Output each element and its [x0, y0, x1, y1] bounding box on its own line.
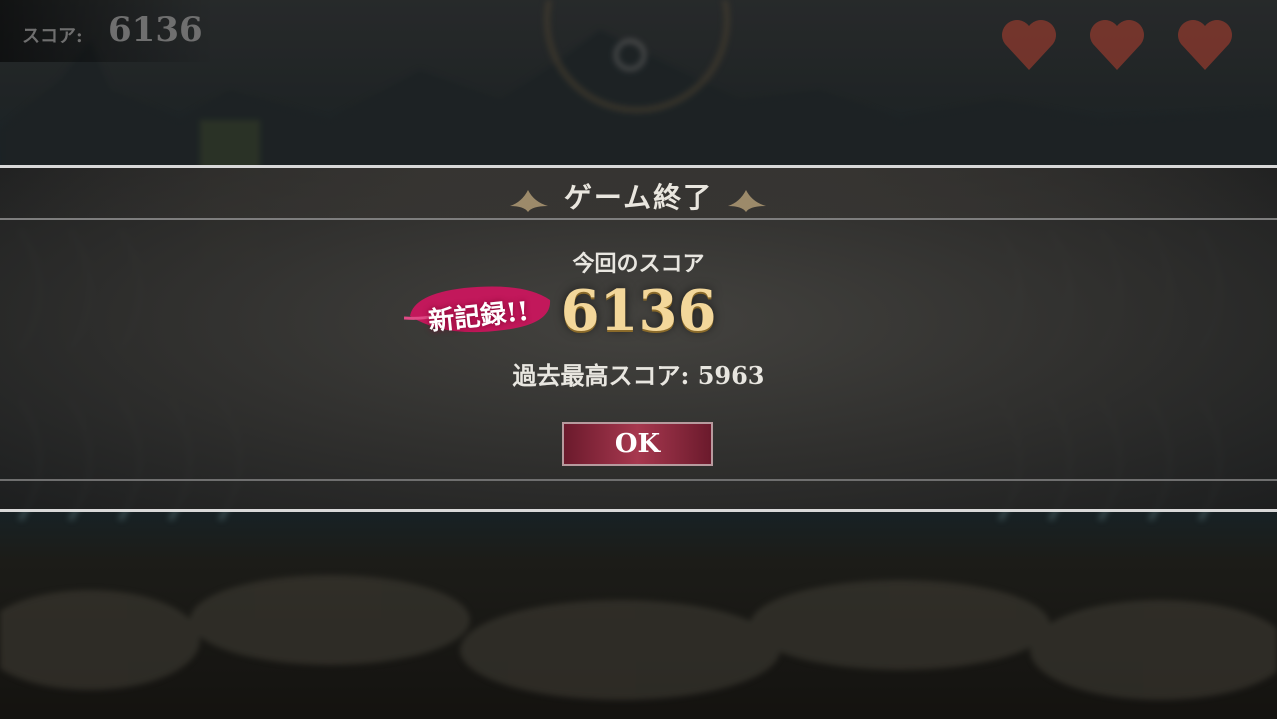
dialog-titlebar: ゲーム終了	[0, 168, 1277, 220]
heart-icon	[1178, 20, 1232, 70]
dialog-title: ゲーム終了	[563, 181, 714, 214]
hud-score-value: 6136	[108, 10, 203, 50]
current-score-value: 6136	[560, 278, 717, 344]
game-over-dialog: ゲーム終了 今回のスコア 新記録!! 6136 過去最高スコア: 5963 OK	[0, 165, 1277, 512]
hud-score-label: スコア:	[22, 26, 83, 47]
dialog-footer-divider	[0, 479, 1277, 481]
ornament-right-icon	[728, 190, 766, 212]
heart-icon	[1002, 20, 1056, 70]
lives-display	[997, 12, 1237, 76]
current-score-label: 今回のスコア	[572, 251, 705, 277]
ok-button[interactable]: OK	[562, 422, 713, 466]
hud-score: スコア: 6136	[0, 0, 215, 62]
best-score-text: 過去最高スコア: 5963	[512, 361, 765, 390]
heart-icon	[1090, 20, 1144, 70]
